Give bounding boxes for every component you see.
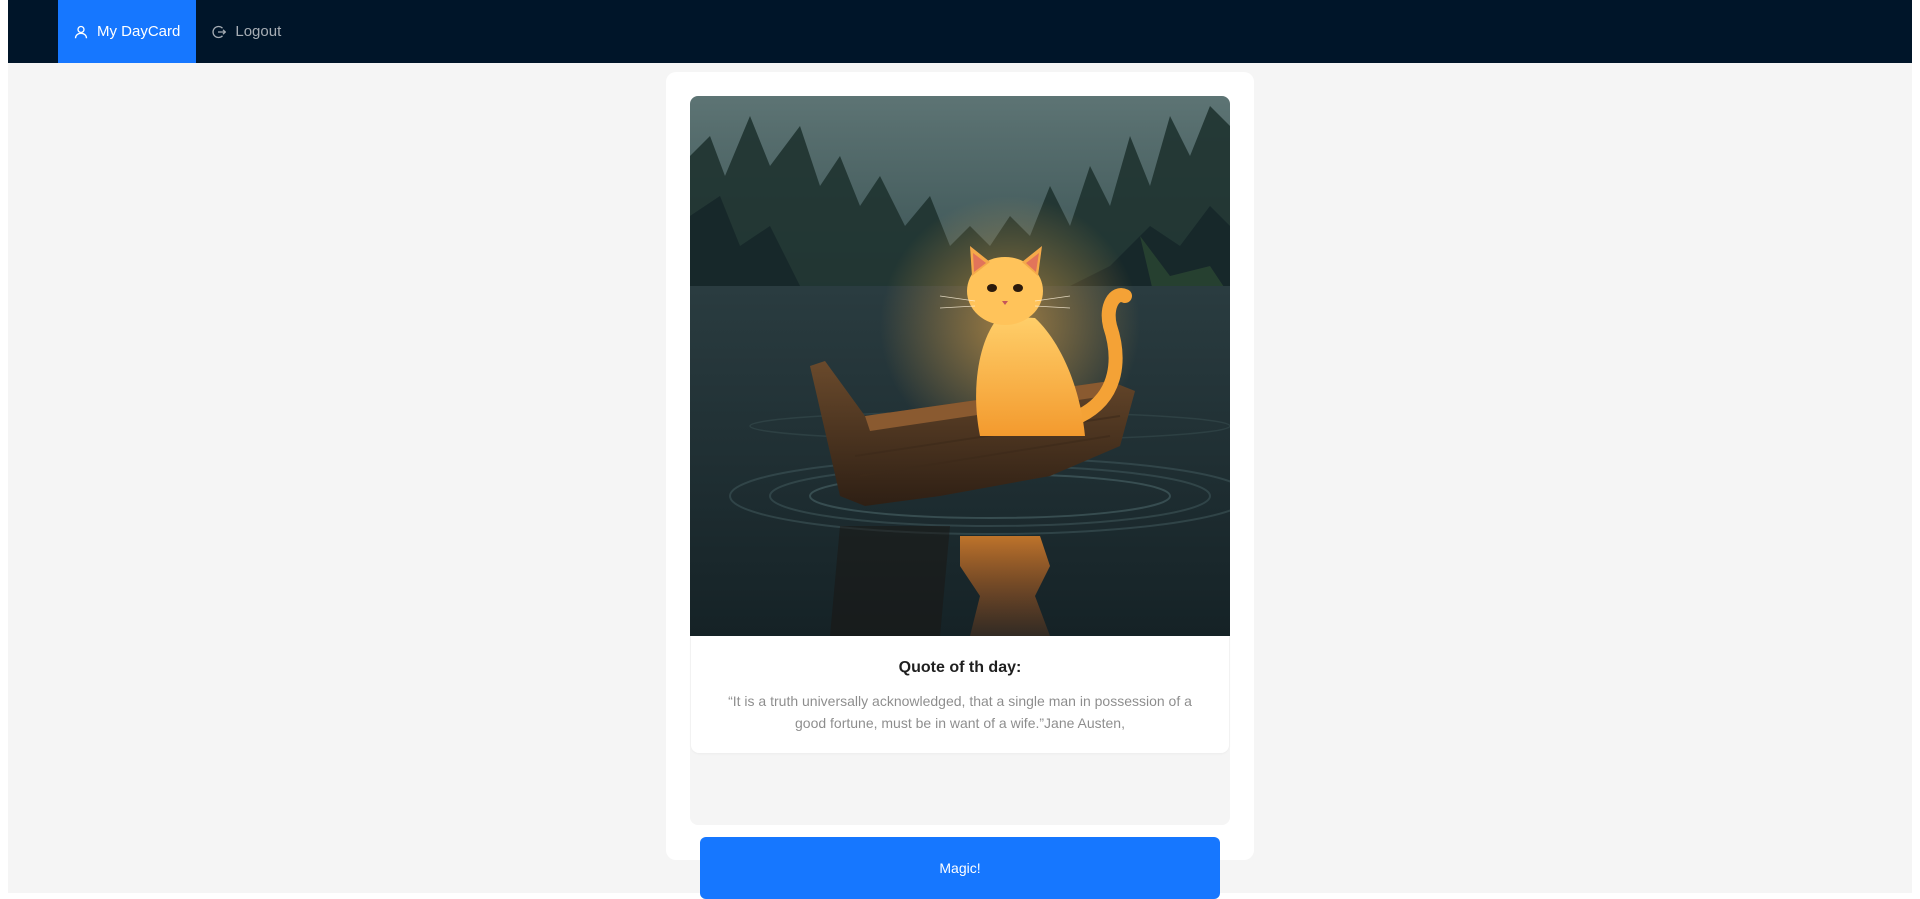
user-icon <box>74 25 88 39</box>
quote-text: “It is a truth universally acknowledged,… <box>728 693 1192 731</box>
quote-title: Quote of th day: <box>898 659 1022 676</box>
nav-item-my-daycard[interactable]: My DayCard <box>58 0 197 63</box>
nav-item-label: Logout <box>235 23 282 40</box>
app-root: My DayCard Logout Quote of th day: “It i… <box>8 0 1912 899</box>
daycard: Quote of th day: “It is a truth universa… <box>666 72 1254 899</box>
quote-section: Quote of th day: “It is a truth universa… <box>690 636 1230 899</box>
logout-icon <box>212 25 227 39</box>
cat-in-boat-image <box>690 96 1230 636</box>
magic-button[interactable]: Magic! <box>700 837 1220 899</box>
top-nav-bar: My DayCard Logout <box>8 0 1912 63</box>
nav-item-logout[interactable]: Logout <box>196 0 297 63</box>
nav-item-label: My DayCard <box>97 23 181 40</box>
quote-card: Quote of th day: “It is a truth universa… <box>691 636 1229 753</box>
